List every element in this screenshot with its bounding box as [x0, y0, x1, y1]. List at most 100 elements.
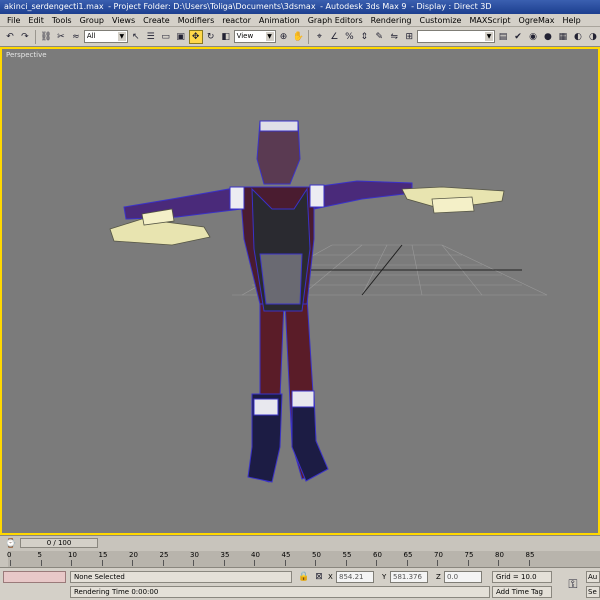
add-time-tag-label: Add Time Tag — [496, 588, 543, 596]
selection-filter-value: All — [86, 32, 96, 40]
toolbar-separator — [34, 29, 36, 44]
undo-icon[interactable]: ↶ — [3, 30, 17, 44]
spinner-snap-icon[interactable]: ⇕ — [357, 30, 371, 44]
y-coordinate-field[interactable]: 581.376 — [390, 571, 428, 583]
timeline-tick-mark — [376, 560, 377, 566]
menu-file[interactable]: File — [3, 16, 24, 25]
time-slider[interactable]: 0 / 100 — [20, 538, 98, 548]
timeline-tick-label: 85 — [525, 551, 535, 559]
select-link-icon[interactable]: ⛓ — [39, 30, 53, 44]
timeline-tick-mark — [223, 560, 225, 566]
set-key-icon[interactable]: ⚿ — [563, 577, 583, 591]
menu-animation[interactable]: Animation — [255, 16, 304, 25]
menu-graph-editors[interactable]: Graph Editors — [304, 16, 367, 25]
timeline-tick-label: 10 — [68, 551, 77, 559]
timeline-tick-mark — [467, 560, 469, 566]
timeline-tick-mark — [528, 560, 530, 566]
quick-render-icon[interactable]: ◑ — [586, 30, 600, 44]
timeline-tick-mark — [101, 560, 103, 566]
z-coordinate-field[interactable]: 0.0 — [444, 571, 482, 583]
perspective-viewport[interactable]: Perspective — [0, 47, 600, 535]
timeline-tick-label: 35 — [220, 551, 230, 559]
rotate-icon[interactable]: ↻ — [204, 30, 218, 44]
menu-views[interactable]: Views — [108, 16, 139, 25]
named-selection-icon[interactable]: ✎ — [372, 30, 386, 44]
menu-help[interactable]: Help — [559, 16, 585, 25]
bind-space-warp-icon[interactable]: ≈ — [69, 30, 83, 44]
select-object-icon[interactable]: ↖ — [129, 30, 143, 44]
menu-edit[interactable]: Edit — [24, 16, 48, 25]
material-editor-icon[interactable]: ● — [541, 30, 555, 44]
timeline-tick-label: 60 — [373, 551, 382, 559]
chevron-down-icon: ▼ — [117, 32, 126, 41]
menu-create[interactable]: Create — [139, 16, 174, 25]
time-slider-value: 0 / 100 — [46, 539, 72, 547]
mirror-icon[interactable]: ⇋ — [387, 30, 401, 44]
menu-group[interactable]: Group — [76, 16, 108, 25]
named-selection-sets-dropdown[interactable]: ▼ — [417, 30, 496, 43]
chevron-down-icon: ▼ — [265, 32, 274, 41]
menu-bar: File Edit Tools Group Views Create Modif… — [0, 14, 600, 27]
lock-selection-icon[interactable]: 🔒 — [297, 570, 311, 584]
render-setup-icon[interactable]: ▦ — [556, 30, 570, 44]
auto-key-label: Au — [588, 573, 598, 581]
menu-modifiers[interactable]: Modifiers — [174, 16, 219, 25]
scale-icon[interactable]: ◧ — [219, 30, 233, 44]
align-icon[interactable]: ⊞ — [402, 30, 416, 44]
region-select-icon[interactable]: ▭ — [159, 30, 173, 44]
timeline-tick-mark — [284, 560, 286, 566]
snap-toggle-icon[interactable]: ⌖ — [312, 30, 326, 44]
timeline-tick-mark — [132, 560, 133, 566]
render-frame-icon[interactable]: ◐ — [571, 30, 585, 44]
z-label: Z — [436, 573, 441, 581]
menu-tools[interactable]: Tools — [48, 16, 76, 25]
window-crossing-icon[interactable]: ▣ — [174, 30, 188, 44]
timeline-tick-mark — [162, 560, 164, 566]
selection-filter-dropdown[interactable]: All ▼ — [83, 30, 128, 43]
reference-coordinate-dropdown[interactable]: View ▼ — [233, 30, 276, 43]
timeline-tick-label: 40 — [251, 551, 260, 559]
select-by-name-icon[interactable]: ☰ — [144, 30, 158, 44]
menu-ogremax[interactable]: OgreMax — [515, 16, 559, 25]
z-coordinate-value: 0.0 — [447, 573, 459, 581]
menu-rendering[interactable]: Rendering — [367, 16, 416, 25]
maxscript-listener-mini[interactable] — [3, 571, 66, 583]
layer-manager-icon[interactable]: ▤ — [496, 30, 510, 44]
menu-customize[interactable]: Customize — [415, 16, 465, 25]
angle-snap-icon[interactable]: ∠ — [327, 30, 341, 44]
timeline-tick-mark — [10, 560, 11, 566]
x-label: X — [328, 573, 333, 581]
absolute-mode-icon[interactable]: ⊠ — [312, 570, 326, 584]
file-name: akinci_serdengecti1.max — [4, 2, 104, 11]
main-toolbar: ↶ ↷ ⛓ ✂ ≈ All ▼ ↖ ☰ ▭ ▣ ✥ ↻ ◧ View ▼ ⊕ ✋… — [0, 27, 600, 47]
schematic-view-icon[interactable]: ◉ — [526, 30, 540, 44]
curve-editor-icon[interactable]: ✔ — [511, 30, 525, 44]
auto-key-button[interactable]: Au — [586, 571, 600, 583]
set-key-button[interactable]: Se — [586, 586, 600, 598]
timeline-tick-label: 65 — [403, 551, 413, 559]
add-time-tag-button[interactable]: Add Time Tag — [492, 586, 552, 598]
timeline-tick-label: 70 — [434, 551, 443, 559]
menu-reactor[interactable]: reactor — [218, 16, 255, 25]
timeline-tick-label: 55 — [342, 551, 352, 559]
unlink-icon[interactable]: ✂ — [54, 30, 68, 44]
key-filter-icon[interactable]: ⌚ — [4, 537, 18, 551]
x-coordinate-field[interactable]: 854.21 — [336, 571, 374, 583]
timeline-track[interactable] — [8, 551, 600, 567]
project-folder: - Project Folder: D:\Users\Toliga\Docume… — [108, 2, 316, 11]
menu-maxscript[interactable]: MAXScript — [465, 16, 514, 25]
timeline-tick-label: 30 — [190, 551, 199, 559]
timeline-tick-mark — [315, 560, 316, 566]
timeline-panel: ⌚ 0 / 100 0 5 10 15 20 25 30 35 40 45 50 55 60 65 70 75… — [0, 535, 600, 567]
move-icon[interactable]: ✥ — [188, 29, 203, 44]
prompt-line: Rendering Time 0:00:00 — [70, 586, 490, 598]
reference-coordinate-value: View — [236, 32, 254, 40]
selection-status-text: None Selected — [74, 573, 125, 581]
status-bar: None Selected Rendering Time 0:00:00 🔒 ⊠… — [0, 567, 600, 600]
pivot-center-icon[interactable]: ⊕ — [277, 30, 291, 44]
redo-icon[interactable]: ↷ — [18, 30, 32, 44]
toolbar-separator — [308, 29, 310, 44]
scene-render — [109, 120, 548, 483]
percent-snap-icon[interactable]: % — [342, 30, 356, 44]
manipulate-icon[interactable]: ✋ — [291, 30, 305, 44]
